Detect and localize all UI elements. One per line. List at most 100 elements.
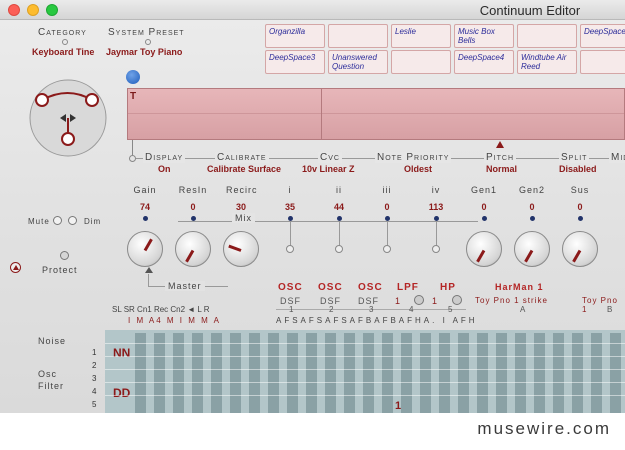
matrix-column [230,333,241,413]
close-window-button[interactable] [8,4,20,16]
setting-value[interactable]: On [158,164,171,174]
mod-num-2: 2 [329,305,335,314]
setting-label: Pitch [484,152,517,163]
mix-send-toggle[interactable] [432,245,440,253]
matrix-column [420,333,431,413]
category-selector[interactable] [62,39,68,45]
protect-toggle[interactable] [60,251,69,260]
knob-control[interactable] [223,231,259,267]
knob-label: ii [336,185,342,195]
setting-value[interactable]: Calibrate Surface [207,164,281,174]
mix-send-line [436,222,437,246]
knob-control[interactable] [514,231,550,267]
osc-3-label[interactable]: OSC [358,282,383,293]
knob-value: 35 [284,202,295,212]
mix-send-line [290,222,291,246]
osc-1-label[interactable]: OSC [278,282,303,293]
preset-slot[interactable] [517,24,577,48]
preset-slot[interactable]: Leslie [391,24,451,48]
knob-link-dot [578,216,583,221]
matrix-row-label: 3 [92,374,97,383]
preset-slot[interactable]: DeepSpace4 [454,50,514,74]
preset-slot[interactable]: Music Box Bells [454,24,514,48]
matrix-column [610,333,621,413]
routing-matrix[interactable]: NN DD 1 [105,330,625,413]
zoom-window-button[interactable] [46,4,58,16]
preset-slot[interactable]: DeepSpace [580,24,625,48]
setting-value[interactable]: Normal [486,164,517,174]
knob-control[interactable] [466,231,502,267]
preset-selector[interactable] [145,39,151,45]
knob-control[interactable] [562,231,598,267]
strip-marker: T [130,91,137,102]
knob-label: Recirc [226,185,258,195]
mod-num-1: 1 [289,305,295,314]
settings-anchor-line [132,140,133,155]
hp-label[interactable]: HP [440,282,456,293]
knob-value: 44 [333,202,344,212]
preset-slot[interactable]: DeepSpace3 [265,50,325,74]
continuum-editor-window: Continuum Editor Category System Preset … [0,0,625,413]
matrix-column [553,333,564,413]
knob-label: i [288,185,292,195]
knob-control[interactable] [127,231,163,267]
pitch-marker-icon[interactable] [496,141,504,148]
knob-label: iii [382,185,392,195]
matrix-column [439,333,450,413]
toy-piano-2: Toy Pno 1 [582,296,618,314]
matrix-column [363,333,374,413]
hp-toggle[interactable] [452,295,462,305]
category-value[interactable]: Keyboard Tine [32,47,94,57]
matrix-column [306,333,317,413]
matrix-column [192,333,203,413]
setting-label: Calibrate [215,152,269,163]
setting-label: Cvc [318,152,342,163]
osc-filter-label: Osc Filter [38,369,64,391]
matrix-cell-dd[interactable]: DD [113,386,130,400]
playing-surface-strip[interactable]: T [127,88,625,140]
harman-label[interactable]: HarMan 1 [495,282,544,292]
setting-value[interactable]: Oldest [404,164,432,174]
preset-slot[interactable] [328,24,388,48]
minimize-window-button[interactable] [27,4,39,16]
matrix-row-label: 2 [92,361,97,370]
matrix-column [496,333,507,413]
matrix-cell-nn[interactable]: NN [113,346,130,360]
setting-value[interactable]: 10v Linear Z [302,164,355,174]
preset-slot[interactable]: Windtube Air Reed [517,50,577,74]
knob-link-dot [530,216,535,221]
matrix-cell-one[interactable]: 1 [395,400,401,412]
knob-value: 0 [481,202,487,212]
system-preset-value[interactable]: Jaymar Toy Piano [106,47,182,57]
category-label: Category [38,27,87,38]
setting-label: Split [559,152,590,163]
matrix-column [401,333,412,413]
setting-value[interactable]: Disabled [559,164,597,174]
preset-slot[interactable] [391,50,451,74]
osc-2-label[interactable]: OSC [318,282,343,293]
matrix-row-label: 5 [92,400,97,409]
matrix-row-line [105,343,625,344]
strip-midline [128,113,625,114]
preset-slot[interactable]: Unanswered Question [328,50,388,74]
mix-line [178,221,478,222]
protect-arrow-icon[interactable] [10,262,21,273]
mix-send-toggle[interactable] [335,245,343,253]
knob-value: 0 [384,202,390,212]
lpf-toggle[interactable] [414,295,424,305]
mix-send-toggle[interactable] [286,245,294,253]
mix-send-toggle[interactable] [383,245,391,253]
preset-slot[interactable]: Organzilla [265,24,325,48]
lpf-label[interactable]: LPF [397,282,419,293]
routing-diagram[interactable] [28,78,108,158]
setting-label: Note Priority [375,152,452,163]
matrix-row-line [105,369,625,370]
knob-label: iv [431,185,441,195]
knob-label: Sus [570,185,590,195]
knob-control[interactable] [175,231,211,267]
noise-label: Noise [38,336,67,346]
setting-label: Mid [609,152,625,163]
preset-slot[interactable] [580,50,625,74]
dim-toggle[interactable] [68,216,77,225]
mute-toggle[interactable] [53,216,62,225]
